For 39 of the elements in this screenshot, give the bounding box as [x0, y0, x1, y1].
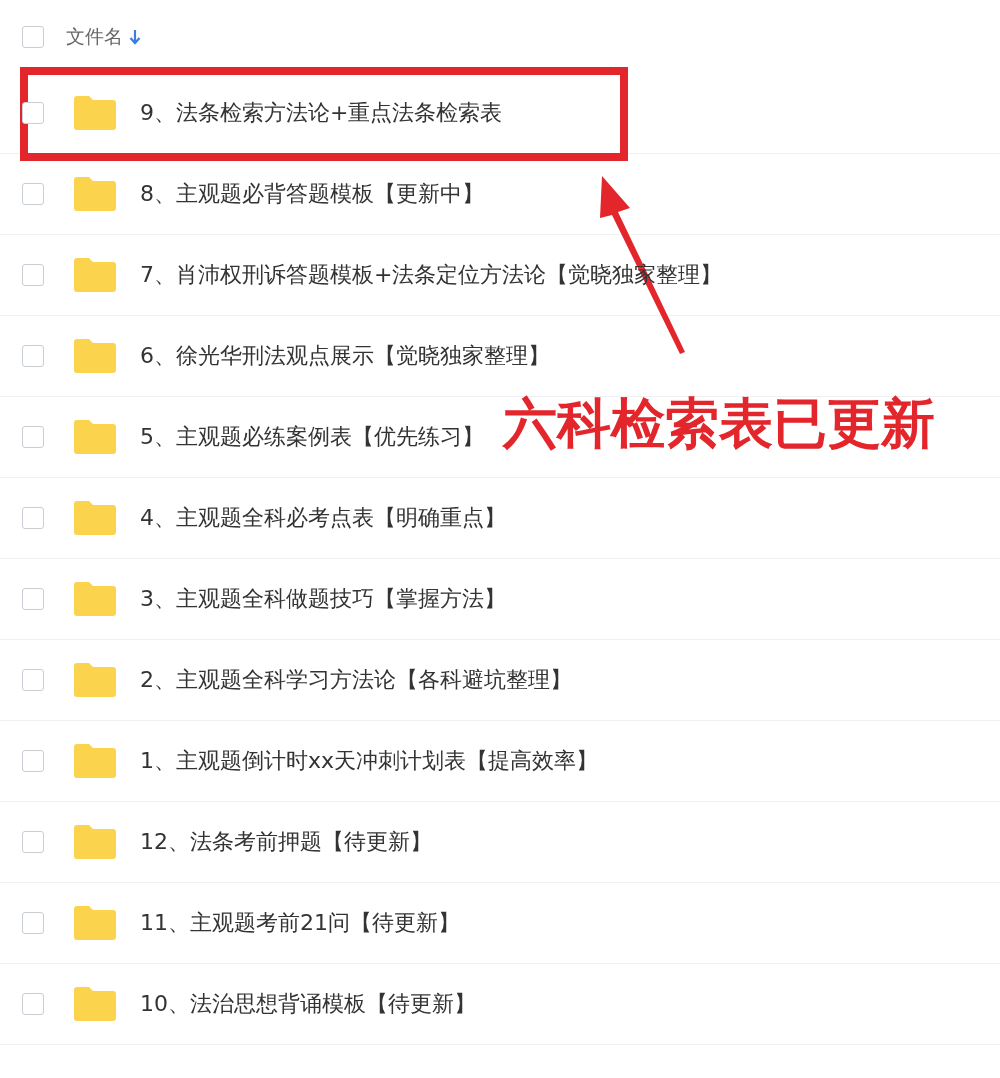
checkbox[interactable] — [22, 750, 44, 772]
folder-icon — [72, 500, 118, 536]
file-name[interactable]: 8、主观题必背答题模板【更新中】 — [140, 179, 484, 209]
checkbox[interactable] — [22, 588, 44, 610]
file-name[interactable]: 4、主观题全科必考点表【明确重点】 — [140, 503, 506, 533]
file-name[interactable]: 12、法条考前押题【待更新】 — [140, 827, 432, 857]
checkbox[interactable] — [22, 102, 44, 124]
checkbox[interactable] — [22, 507, 44, 529]
checkbox[interactable] — [22, 345, 44, 367]
file-name[interactable]: 9、法条检索方法论+重点法条检索表 — [140, 98, 503, 128]
folder-icon — [72, 662, 118, 698]
file-name[interactable]: 10、法治思想背诵模板【待更新】 — [140, 989, 476, 1019]
folder-icon — [72, 986, 118, 1022]
folder-icon — [72, 176, 118, 212]
checkbox[interactable] — [22, 183, 44, 205]
sort-icon[interactable] — [129, 28, 141, 45]
folder-icon — [72, 743, 118, 779]
checkbox[interactable] — [22, 993, 44, 1015]
file-name[interactable]: 2、主观题全科学习方法论【各科避坑整理】 — [140, 665, 572, 695]
column-header[interactable]: 文件名 — [66, 23, 123, 50]
checkbox[interactable] — [22, 669, 44, 691]
file-name[interactable]: 11、主观题考前21问【待更新】 — [140, 908, 460, 938]
folder-icon — [72, 824, 118, 860]
checkbox[interactable] — [22, 25, 44, 48]
annotation-text: 六科检索表已更新 — [503, 391, 935, 457]
folder-icon — [72, 581, 118, 617]
file-name[interactable]: 1、主观题倒计时xx天冲刺计划表【提高效率】 — [140, 746, 599, 776]
checkbox[interactable] — [22, 264, 44, 286]
folder-icon — [72, 257, 118, 293]
folder-icon — [72, 905, 118, 941]
checkbox[interactable] — [22, 831, 44, 853]
checkbox[interactable] — [22, 426, 44, 448]
folder-icon — [72, 338, 118, 374]
file-name[interactable]: 6、徐光华刑法观点展示【觉晓独家整理】 — [140, 341, 550, 371]
checkbox[interactable] — [22, 912, 44, 934]
file-name[interactable]: 5、主观题必练案例表【优先练习】 — [140, 422, 484, 452]
folder-icon — [72, 419, 118, 455]
file-name[interactable]: 3、主观题全科做题技巧【掌握方法】 — [140, 584, 506, 614]
folder-icon — [72, 95, 118, 131]
